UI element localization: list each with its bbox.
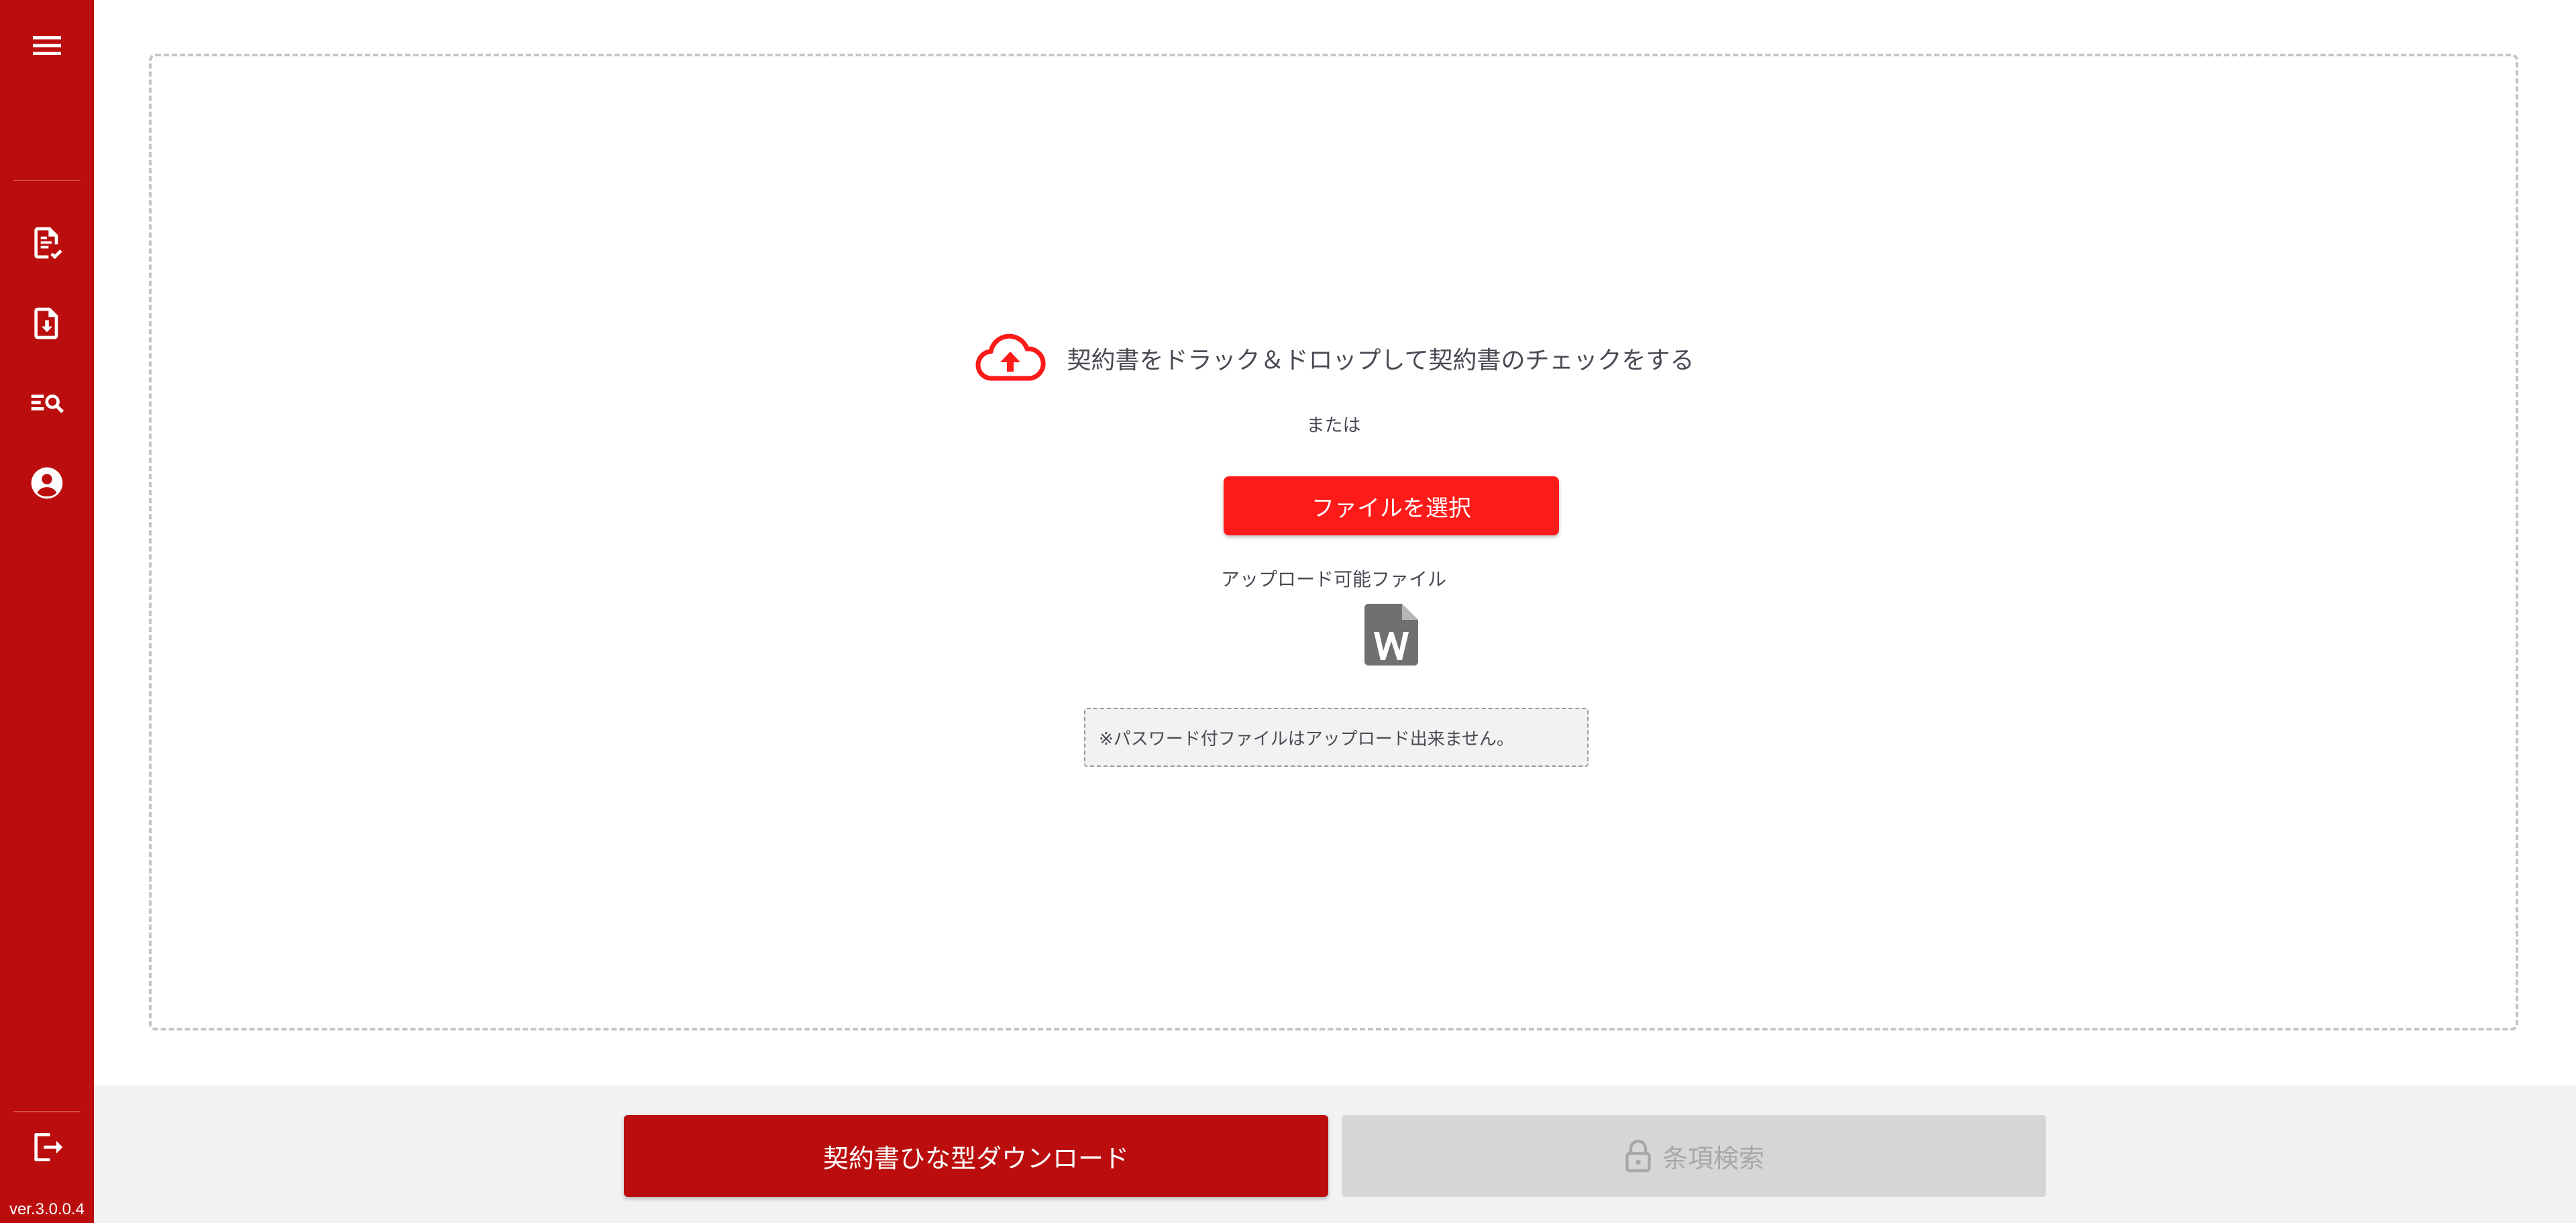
lock-icon xyxy=(1625,1139,1651,1173)
sidebar-divider xyxy=(13,1111,80,1112)
sidebar-divider xyxy=(13,180,80,181)
file-dropzone[interactable]: 契約書をドラック＆ドロップして契約書のチェックをする または ファイルを選択 ア… xyxy=(149,54,2518,1030)
template-download-button[interactable]: 契約書ひな型ダウンロード xyxy=(624,1115,1328,1197)
main-content: 契約書をドラック＆ドロップして契約書のチェックをする または ファイルを選択 ア… xyxy=(94,0,2576,1085)
footer-bar: 契約書ひな型ダウンロード 条項検索 xyxy=(94,1085,2576,1223)
upload-types-label: アップロード可能ファイル xyxy=(1220,568,1446,590)
clause-search-label: 条項検索 xyxy=(1662,1143,1764,1173)
version-text: ver.3.0.0.4 xyxy=(9,1200,85,1218)
list-search-icon[interactable] xyxy=(27,382,67,423)
password-note: ※パスワード付ファイルはアップロード出来ません。 xyxy=(1084,708,1589,767)
sidebar: ver.3.0.0.4 xyxy=(0,0,94,1223)
cloud-upload-icon xyxy=(975,333,1046,381)
clause-search-button: 条項検索 xyxy=(1342,1115,2046,1197)
template-download-label: 契約書ひな型ダウンロード xyxy=(822,1143,1129,1173)
document-check-icon[interactable] xyxy=(27,223,67,263)
logout-icon[interactable] xyxy=(27,1127,67,1167)
dropzone-heading: 契約書をドラック＆ドロップして契約書のチェックをする xyxy=(152,331,2516,385)
dropzone-title: 契約書をドラック＆ドロップして契約書のチェックをする xyxy=(1067,347,1695,374)
or-text: または xyxy=(1306,415,1361,436)
account-circle-icon[interactable] xyxy=(27,463,67,503)
menu-icon[interactable] xyxy=(27,25,67,66)
select-file-button[interactable]: ファイルを選択 xyxy=(1224,476,1559,535)
document-download-icon[interactable] xyxy=(27,303,67,343)
word-file-icon xyxy=(1364,604,1418,666)
